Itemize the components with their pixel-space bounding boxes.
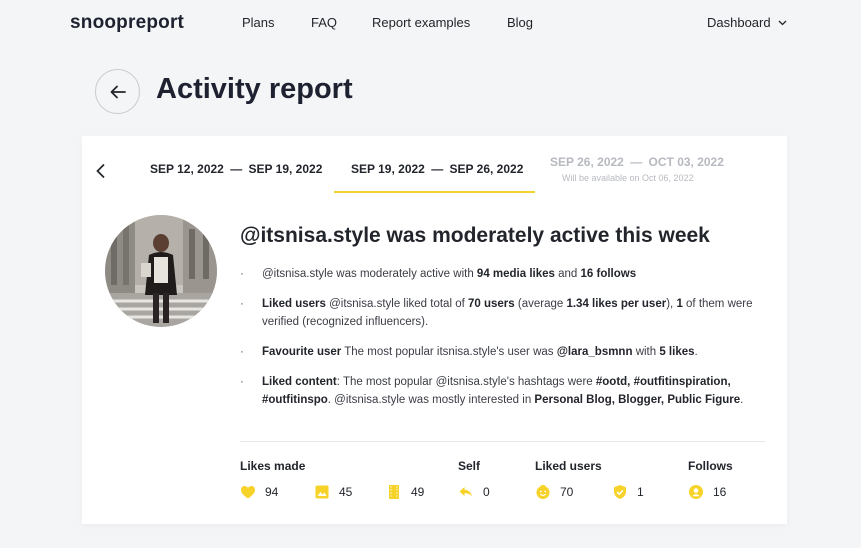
text: . @itsnisa.style was mostly interested i… [327,394,535,406]
bullet-dot: · [240,298,244,310]
divider [240,441,765,442]
week-start: SEP 26, 2022 [550,155,624,169]
week-sep: — [431,162,444,176]
text: The most popular itsnisa.style's user wa… [341,346,557,358]
stat-video-likes: 49 [386,484,424,500]
week-end: OCT 03, 2022 [648,155,724,169]
nav-link-report-examples[interactable]: Report examples [372,15,470,30]
week-sep: — [630,155,643,169]
text: : The most popular @itsnisa.style's hash… [336,376,596,388]
text: (average [514,298,567,310]
avatar [105,215,217,327]
text: @itsnisa.style liked total of [325,298,468,310]
bullet-dot: · [240,268,244,280]
page-title: Activity report [156,73,353,105]
text: and [554,268,581,280]
back-button[interactable] [95,69,140,114]
text: with [632,346,660,358]
average-likes: 1.34 likes per user [566,298,667,310]
week-availability-note: Will be available on Oct 06, 2022 [562,173,694,183]
text: ), [666,298,677,310]
interest-categories: Personal Blog, Blogger, Public Figure [534,394,741,406]
week-sep: — [230,162,243,176]
nav-link-faq[interactable]: FAQ [311,15,337,30]
favourite-user-likes: 5 likes [659,346,695,358]
shield-check-icon [614,485,626,499]
stat-follows: 16 [688,484,726,500]
film-icon [389,485,399,499]
logo[interactable]: snoopreport [70,12,184,34]
text: . [740,394,744,406]
text: . [694,346,698,358]
stat-header-liked-users: Liked users [535,459,602,473]
summary-bullet: · Liked content: The most popular @itsni… [240,373,770,409]
week-end: SEP 19, 2022 [248,162,323,176]
bullet-label: Favourite user [262,346,342,358]
arrow-left-icon [110,85,126,98]
liked-users-count: 70 users [468,298,515,310]
report-card: SEP 12, 2022 — SEP 19, 2022 SEP 19, 2022… [82,136,787,524]
bullet-dot: · [240,376,244,388]
top-nav: snoopreport Plans FAQ Report examples Bl… [0,0,861,48]
bullet-label: Liked content [262,376,337,388]
stat-header-self: Self [458,459,481,473]
week-start: SEP 12, 2022 [150,162,224,176]
reply-icon [459,487,472,497]
dashboard-label: Dashboard [707,15,771,30]
dashboard-dropdown[interactable]: Dashboard [707,15,787,30]
chevron-left-icon[interactable] [93,163,109,179]
week-start: SEP 19, 2022 [351,162,425,176]
stat-value: 1 [637,485,644,499]
favourite-user[interactable]: @lara_bsmnn [557,346,633,358]
summary-bullet: · Favourite user The most popular itsnis… [240,343,770,361]
stat-header-follows: Follows [688,459,733,473]
week-tab-1[interactable]: SEP 12, 2022 — SEP 19, 2022 [150,162,322,176]
stat-media-likes: 94 [240,484,278,500]
media-likes: 94 media likes [476,268,555,280]
stat-verified-users: 1 [612,484,644,500]
stat-self-likes: 0 [458,484,490,500]
bullet-dot: · [240,346,244,358]
nav-link-blog[interactable]: Blog [507,15,533,30]
week-end: SEP 26, 2022 [449,162,524,176]
image-icon [315,485,329,499]
heart-icon [241,486,255,499]
report-headline: @itsnisa.style was moderately active thi… [240,224,710,247]
stat-liked-users: 70 [535,484,573,500]
stat-value: 16 [713,485,727,499]
summary-bullet: · Liked users @itsnisa.style liked total… [240,295,770,331]
stat-photo-likes: 45 [314,484,352,500]
week-tab-2[interactable]: SEP 19, 2022 — SEP 26, 2022 [351,162,523,176]
summary-bullet: · @itsnisa.style was moderately active w… [240,265,770,283]
stat-value: 49 [411,485,425,499]
bullet-label: Liked users [262,298,326,310]
stat-value: 70 [560,485,574,499]
smiley-icon [536,484,550,499]
stat-value: 94 [265,485,279,499]
text: @itsnisa.style was moderately active wit… [262,268,477,280]
active-week-indicator [334,191,535,193]
user-icon [689,485,703,499]
report-summary: · @itsnisa.style was moderately active w… [240,265,770,409]
chevron-down-icon [778,20,787,25]
stat-value: 0 [483,485,490,499]
week-tab-3: SEP 26, 2022 — OCT 03, 2022 [550,155,724,169]
stat-value: 45 [339,485,353,499]
stat-header-likes-made: Likes made [240,459,306,473]
nav-link-plans[interactable]: Plans [242,15,275,30]
follows-count: 16 follows [580,268,637,280]
